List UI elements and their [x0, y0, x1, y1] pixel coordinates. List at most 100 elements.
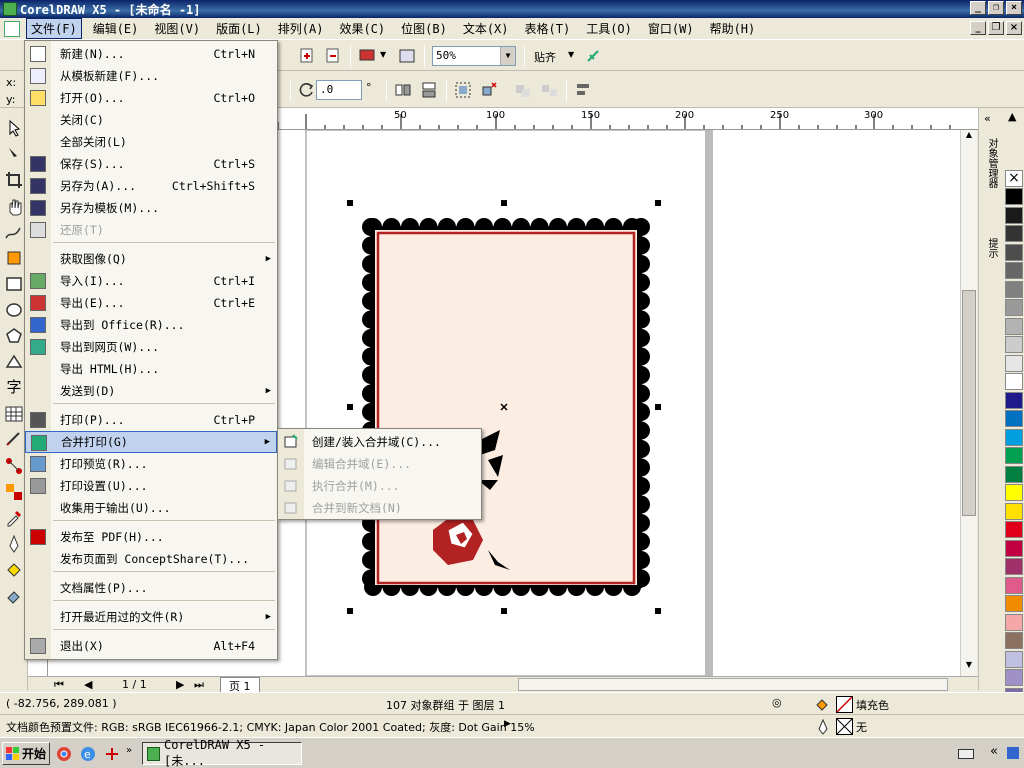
color-swatch[interactable] — [1005, 632, 1023, 649]
object-manager-tab[interactable]: 对象管理器 — [984, 138, 999, 188]
color-swatch[interactable] — [1005, 391, 1023, 409]
file-menu-export-item[interactable]: 导出(E)... Ctrl+E — [25, 292, 277, 314]
file-menu-print-item[interactable]: 打印(P)... Ctrl+P — [25, 409, 277, 431]
file-menu-publish-to-conceptshare-item[interactable]: 发布页面到 ConceptShare(T)... — [25, 548, 277, 570]
connector-tool-icon[interactable] — [4, 456, 24, 476]
document-icon[interactable] — [4, 20, 20, 37]
group-icon[interactable] — [454, 81, 472, 99]
launcher-dropdown-icon[interactable]: ▼ — [380, 50, 386, 59]
file-menu-new-from-template-item[interactable]: 从模板新建(F)... — [25, 65, 277, 87]
color-profile-info[interactable]: 文档颜色预置文件: RGB: sRGB IEC61966-2.1; CMYK: … — [6, 719, 535, 735]
freehand-tool-icon[interactable] — [4, 222, 24, 242]
start-button[interactable]: 开始 — [2, 742, 50, 765]
color-swatch[interactable] — [1005, 280, 1023, 298]
file-menu-publish-to-pdf-item[interactable]: 发布至 PDF(H)... — [25, 526, 277, 548]
file-menu-import-item[interactable]: 导入(I)... Ctrl+I — [25, 270, 277, 292]
menu-arrange[interactable]: 排列(A) — [273, 18, 329, 39]
color-swatch[interactable] — [1005, 447, 1023, 464]
color-swatch[interactable] — [1005, 354, 1023, 372]
snap-dropdown-icon[interactable]: ▼ — [568, 50, 574, 59]
scroll-thumb[interactable] — [962, 290, 976, 516]
keyboard-icon[interactable] — [958, 747, 974, 761]
palette-scroll-up-icon[interactable]: ▲ — [1008, 110, 1016, 123]
first-page-icon[interactable]: ⏮ — [54, 678, 64, 692]
color-swatch[interactable] — [1005, 650, 1023, 668]
menu-edit[interactable]: 编辑(E) — [88, 18, 144, 39]
file-menu-export-to-web-item[interactable]: 导出到网页(W)... — [25, 336, 277, 358]
quick-launch-more-icon[interactable]: » — [126, 745, 132, 756]
file-menu-revert-item[interactable]: 还原(T) — [25, 219, 277, 241]
welcome-screen-icon[interactable] — [398, 47, 416, 65]
smart-fill-tool-icon[interactable] — [4, 248, 24, 268]
coreldraw-task-button[interactable]: CorelDRAW X5 - [未... — [142, 738, 302, 768]
table-tool-icon[interactable] — [4, 404, 24, 424]
menu-text[interactable]: 文本(X) — [458, 18, 514, 39]
menu-layout[interactable]: 版面(L) — [211, 18, 267, 39]
zoom-level-select[interactable]: 50% ▼ — [432, 46, 516, 66]
rectangle-tool-icon[interactable] — [4, 274, 24, 294]
ellipse-tool-icon[interactable] — [4, 300, 24, 320]
language-bar-icon[interactable] — [1006, 746, 1020, 760]
color-swatch[interactable] — [1005, 521, 1023, 538]
export-icon[interactable] — [324, 47, 342, 65]
mirror-horizontal-icon[interactable] — [394, 81, 412, 99]
menu-bitmaps[interactable]: 位图(B) — [396, 18, 452, 39]
color-swatch[interactable] — [1005, 595, 1023, 612]
file-menu-save-as-template-item[interactable]: 另存为模板(M)... — [25, 197, 277, 219]
blend-tool-icon[interactable] — [4, 482, 24, 502]
color-swatch[interactable] — [1005, 206, 1023, 224]
rotation-angle-input[interactable]: .0 — [316, 80, 362, 100]
no-color-swatch[interactable]: × — [1005, 170, 1023, 187]
color-swatch[interactable] — [1005, 410, 1023, 427]
create-load-merge-fields-item[interactable]: 创建/装入合并域(C)... — [278, 431, 481, 453]
color-swatch[interactable] — [1005, 299, 1023, 316]
snap-indicator-icon[interactable]: ◎ — [772, 696, 782, 709]
crop-tool-icon[interactable] — [4, 170, 24, 190]
file-menu-document-properties-item[interactable]: 文档属性(P)... — [25, 577, 277, 599]
file-menu-new-item[interactable]: 新建(N)... Ctrl+N — [25, 43, 277, 65]
file-menu-print-preview-item[interactable]: 打印预览(R)... — [25, 453, 277, 475]
doc-close-button[interactable]: × — [1006, 21, 1022, 35]
pan-tool-icon[interactable] — [4, 196, 24, 216]
perform-merge-item[interactable]: 执行合并(M)... — [278, 475, 481, 497]
color-swatch[interactable] — [1005, 188, 1023, 205]
interactive-fill-tool-icon[interactable] — [4, 586, 24, 606]
menu-window[interactable]: 窗口(W) — [643, 18, 699, 39]
edit-merge-fields-item[interactable]: 编辑合并域(E)... — [278, 453, 481, 475]
file-menu-collect-for-output-item[interactable]: 收集用于输出(U)... — [25, 497, 277, 519]
color-swatch[interactable] — [1005, 225, 1023, 242]
quick-launch-icon[interactable] — [104, 746, 120, 762]
color-swatch[interactable] — [1005, 669, 1023, 686]
ungroup-icon[interactable] — [480, 81, 498, 99]
file-menu-export-html-item[interactable]: 导出 HTML(H)... — [25, 358, 277, 380]
prev-page-icon[interactable]: ◀ — [84, 678, 92, 691]
scroll-up-icon[interactable]: ▲ — [962, 130, 976, 144]
color-swatch[interactable] — [1005, 465, 1023, 483]
dimension-tool-icon[interactable] — [4, 430, 24, 450]
last-page-icon[interactable]: ⏭ — [194, 678, 204, 692]
file-menu-open-item[interactable]: 打开(O)... Ctrl+O — [25, 87, 277, 109]
outline-color-swatch[interactable] — [836, 718, 853, 735]
horizontal-scrollbar[interactable] — [518, 678, 948, 691]
color-profile-arrow-icon[interactable]: ▶ — [504, 719, 511, 729]
menu-help[interactable]: 帮助(H) — [705, 18, 761, 39]
chrome-icon[interactable] — [56, 746, 72, 762]
color-swatch[interactable] — [1005, 262, 1023, 279]
zoom-dropdown-icon[interactable]: ▼ — [500, 47, 515, 65]
file-menu-acquire-image-item[interactable]: 获取图像(Q) ▶ — [25, 248, 277, 270]
polygon-tool-icon[interactable] — [4, 326, 24, 346]
next-page-icon[interactable]: ▶ — [176, 678, 184, 691]
internet-explorer-icon[interactable]: e — [80, 746, 96, 762]
color-swatch[interactable] — [1005, 502, 1023, 520]
tray-expand-icon[interactable]: « — [990, 744, 998, 759]
file-menu-send-to-item[interactable]: 发送到(D) ▶ — [25, 380, 277, 402]
file-menu-close-all-item[interactable]: 全部关闭(L) — [25, 131, 277, 153]
align-distribute-icon[interactable] — [574, 81, 592, 99]
merge-to-new-document-item[interactable]: 合并到新文档(N) — [278, 497, 481, 519]
pick-tool-icon[interactable] — [4, 118, 24, 138]
options-icon[interactable] — [584, 47, 602, 65]
file-menu-close-item[interactable]: 关闭(C) — [25, 109, 277, 131]
scroll-down-icon[interactable]: ▼ — [962, 660, 976, 674]
color-swatch[interactable] — [1005, 373, 1023, 390]
menu-effects[interactable]: 效果(C) — [334, 18, 390, 39]
